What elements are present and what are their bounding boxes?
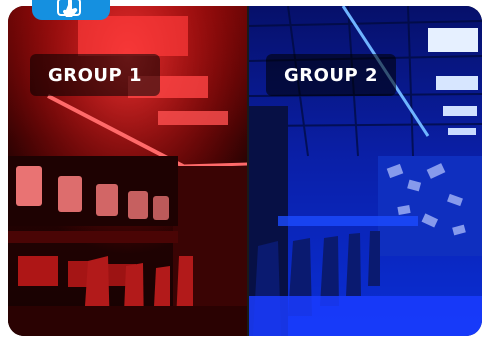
gaming-room-photo: GROUP 1 GROUP 2: [8, 6, 482, 336]
hand-tap-badge: [32, 0, 110, 20]
group-2-label: GROUP 2: [266, 54, 397, 96]
group-1-label: GROUP 1: [30, 54, 161, 96]
photo-divider: [247, 6, 249, 336]
photo-card: GROUP 1 GROUP 2: [0, 0, 491, 342]
hand-tap-icon: [57, 0, 81, 17]
